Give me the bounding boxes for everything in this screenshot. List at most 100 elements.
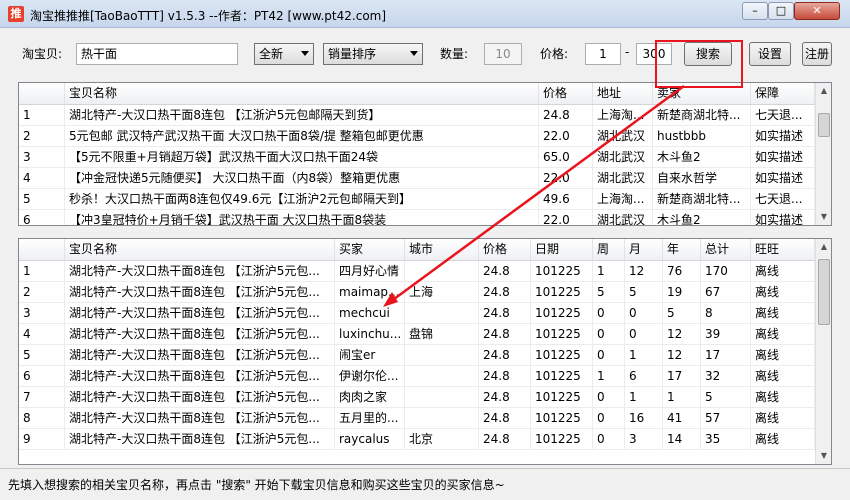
condition-value: 全新 (259, 47, 284, 61)
table-row[interactable]: 5 秒杀！大汉口热干面两8连包仅49.6元【江浙沪2元包邮隔天到】 49.6 上海淘.… (19, 189, 815, 210)
col-header-wangwang[interactable]: 旺旺 (751, 239, 815, 260)
cell-name: 湖北特产-大汉口热干面8连包 【江浙沪5元包邮隔天到货】 (65, 105, 539, 125)
cell-month: 16 (625, 408, 663, 428)
cell-price: 24.8 (479, 261, 531, 281)
cell-week: 0 (593, 408, 625, 428)
cell-wangwang: 离线 (751, 345, 815, 365)
cell-price: 24.8 (479, 303, 531, 323)
table-row[interactable]: 9 湖北特产-大汉口热干面8连包 【江浙沪5元包... raycalus 北京 24.8… (19, 429, 815, 450)
scroll-up-icon[interactable]: ▲ (816, 83, 831, 99)
keyword-input[interactable]: 热干面 (76, 43, 238, 65)
items-table[interactable]: 宝贝名称 价格 地址 卖家 保障 1 湖北特产-大汉口热干面8连包 【江浙沪5元包… (18, 82, 832, 226)
cell-index: 1 (19, 261, 65, 281)
cell-buyer: 伊谢尔伦... (335, 366, 405, 386)
table-row[interactable]: 3 湖北特产-大汉口热干面8连包 【江浙沪5元包... mechcui 24.8 101… (19, 303, 815, 324)
cell-index: 2 (19, 282, 65, 302)
close-button[interactable]: ✕ (794, 2, 840, 20)
sort-select[interactable]: 销量排序 (323, 43, 423, 65)
cell-name: 湖北特产-大汉口热干面8连包 【江浙沪5元包... (65, 387, 335, 407)
cell-index: 3 (19, 303, 65, 323)
cell-index: 6 (19, 210, 65, 225)
col-header-date[interactable]: 日期 (531, 239, 593, 260)
cell-index: 5 (19, 189, 65, 209)
table-row[interactable]: 4 【冲金冠快递5元随便买】 大汉口热干面（内8袋）整箱更优惠 22.0 湖北武汉 自来… (19, 168, 815, 189)
cell-week: 0 (593, 429, 625, 449)
cell-name: 【5元不限重+月销超万袋】武汉热干面大汉口热干面24袋 (65, 147, 539, 167)
col-header-city[interactable]: 城市 (405, 239, 479, 260)
col-header-total[interactable]: 总计 (701, 239, 751, 260)
chevron-down-icon (410, 51, 418, 56)
cell-index: 6 (19, 366, 65, 386)
cell-date: 101225 (531, 282, 593, 302)
cell-total: 32 (701, 366, 751, 386)
buyers-table[interactable]: 宝贝名称 买家 城市 价格 日期 周 月 年 总计 旺旺 1 湖北特产-大汉口热干… (18, 238, 832, 465)
scroll-down-icon[interactable]: ▼ (816, 448, 831, 464)
cell-wangwang: 离线 (751, 366, 815, 386)
cell-year: 1 (663, 387, 701, 407)
col-header-index[interactable] (19, 83, 65, 104)
col-header-buyer[interactable]: 买家 (335, 239, 405, 260)
table-row[interactable]: 1 湖北特产-大汉口热干面8连包 【江浙沪5元包... 四月好心情 24.8 10122… (19, 261, 815, 282)
cell-date: 101225 (531, 324, 593, 344)
minimize-button[interactable]: – (742, 2, 768, 20)
cell-wangwang: 离线 (751, 261, 815, 281)
highlight-box (655, 40, 743, 88)
table-row[interactable]: 6 【冲3皇冠特价+月销千袋】武汉热干面 大汉口热干面8袋装 22.0 湖北武汉 木斗鱼… (19, 210, 815, 225)
table-row[interactable]: 1 湖北特产-大汉口热干面8连包 【江浙沪5元包邮隔天到货】 24.8 上海淘... 新… (19, 105, 815, 126)
settings-button[interactable]: 设置 (749, 42, 791, 66)
col-header-name[interactable]: 宝贝名称 (65, 83, 539, 104)
title-bar[interactable]: 推 淘宝推推推[TaoBaoTTT] v1.5.3 --作者：PT42 [www… (0, 0, 850, 28)
cell-price: 24.8 (479, 429, 531, 449)
cell-index: 5 (19, 345, 65, 365)
table-row[interactable]: 5 湖北特产-大汉口热干面8连包 【江浙沪5元包... 闹宝er 24.8 101225… (19, 345, 815, 366)
table-row[interactable]: 2 湖北特产-大汉口热干面8连包 【江浙沪5元包... maimap... 上海 24.… (19, 282, 815, 303)
cell-wangwang: 离线 (751, 324, 815, 344)
scroll-up-icon[interactable]: ▲ (816, 239, 831, 255)
cell-year: 12 (663, 345, 701, 365)
cell-date: 101225 (531, 345, 593, 365)
cell-address: 上海淘... (593, 189, 653, 209)
cell-price: 65.0 (539, 147, 593, 167)
table-row[interactable]: 7 湖北特产-大汉口热干面8连包 【江浙沪5元包... 肉肉之家 24.8 101225… (19, 387, 815, 408)
cell-year: 5 (663, 303, 701, 323)
table-row[interactable]: 8 湖北特产-大汉口热干面8连包 【江浙沪5元包... 五月里的... 24.8 101… (19, 408, 815, 429)
cell-city: 盘锦 (405, 324, 479, 344)
condition-select[interactable]: 全新 (254, 43, 314, 65)
table-row[interactable]: 4 湖北特产-大汉口热干面8连包 【江浙沪5元包... luxinchu... 盘锦 2… (19, 324, 815, 345)
col-header-name[interactable]: 宝贝名称 (65, 239, 335, 260)
scroll-thumb[interactable] (818, 113, 830, 137)
cell-buyer: mechcui (335, 303, 405, 323)
cell-index: 2 (19, 126, 65, 146)
items-table-scrollbar[interactable]: ▲ ▼ (815, 83, 831, 225)
count-input[interactable]: 10 (484, 43, 522, 65)
cell-index: 9 (19, 429, 65, 449)
status-text: 先填入想搜索的相关宝贝名称，再点击 "搜索" 开始下载宝贝信息和购买这些宝贝的买… (8, 478, 505, 492)
table-row[interactable]: 6 湖北特产-大汉口热干面8连包 【江浙沪5元包... 伊谢尔伦... 24.8 101… (19, 366, 815, 387)
cell-city: 上海 (405, 282, 479, 302)
col-header-index[interactable] (19, 239, 65, 260)
cell-name: 湖北特产-大汉口热干面8连包 【江浙沪5元包... (65, 303, 335, 323)
register-button[interactable]: 注册 (802, 42, 832, 66)
cell-total: 39 (701, 324, 751, 344)
cell-buyer: 五月里的... (335, 408, 405, 428)
col-header-guarantee[interactable]: 保障 (751, 83, 815, 104)
table-row[interactable]: 3 【5元不限重+月销超万袋】武汉热干面大汉口热干面24袋 65.0 湖北武汉 木斗鱼2… (19, 147, 815, 168)
cell-date: 101225 (531, 303, 593, 323)
cell-wangwang: 离线 (751, 408, 815, 428)
buyers-table-scrollbar[interactable]: ▲ ▼ (815, 239, 831, 464)
cell-price: 49.6 (539, 189, 593, 209)
col-header-price[interactable]: 价格 (539, 83, 593, 104)
col-header-price[interactable]: 价格 (479, 239, 531, 260)
col-header-address[interactable]: 地址 (593, 83, 653, 104)
maximize-button[interactable]: □ (768, 2, 794, 20)
col-header-week[interactable]: 周 (593, 239, 625, 260)
cell-month: 3 (625, 429, 663, 449)
scroll-down-icon[interactable]: ▼ (816, 209, 831, 225)
col-header-month[interactable]: 月 (625, 239, 663, 260)
price-min-input[interactable]: 1 (585, 43, 621, 65)
cell-name: 湖北特产-大汉口热干面8连包 【江浙沪5元包... (65, 408, 335, 428)
scroll-thumb[interactable] (818, 259, 830, 325)
cell-date: 101225 (531, 429, 593, 449)
table-row[interactable]: 2 5元包邮 武汉特产武汉热干面 大汉口热干面8袋/提 整箱包邮更优惠 22.0 湖北… (19, 126, 815, 147)
col-header-year[interactable]: 年 (663, 239, 701, 260)
